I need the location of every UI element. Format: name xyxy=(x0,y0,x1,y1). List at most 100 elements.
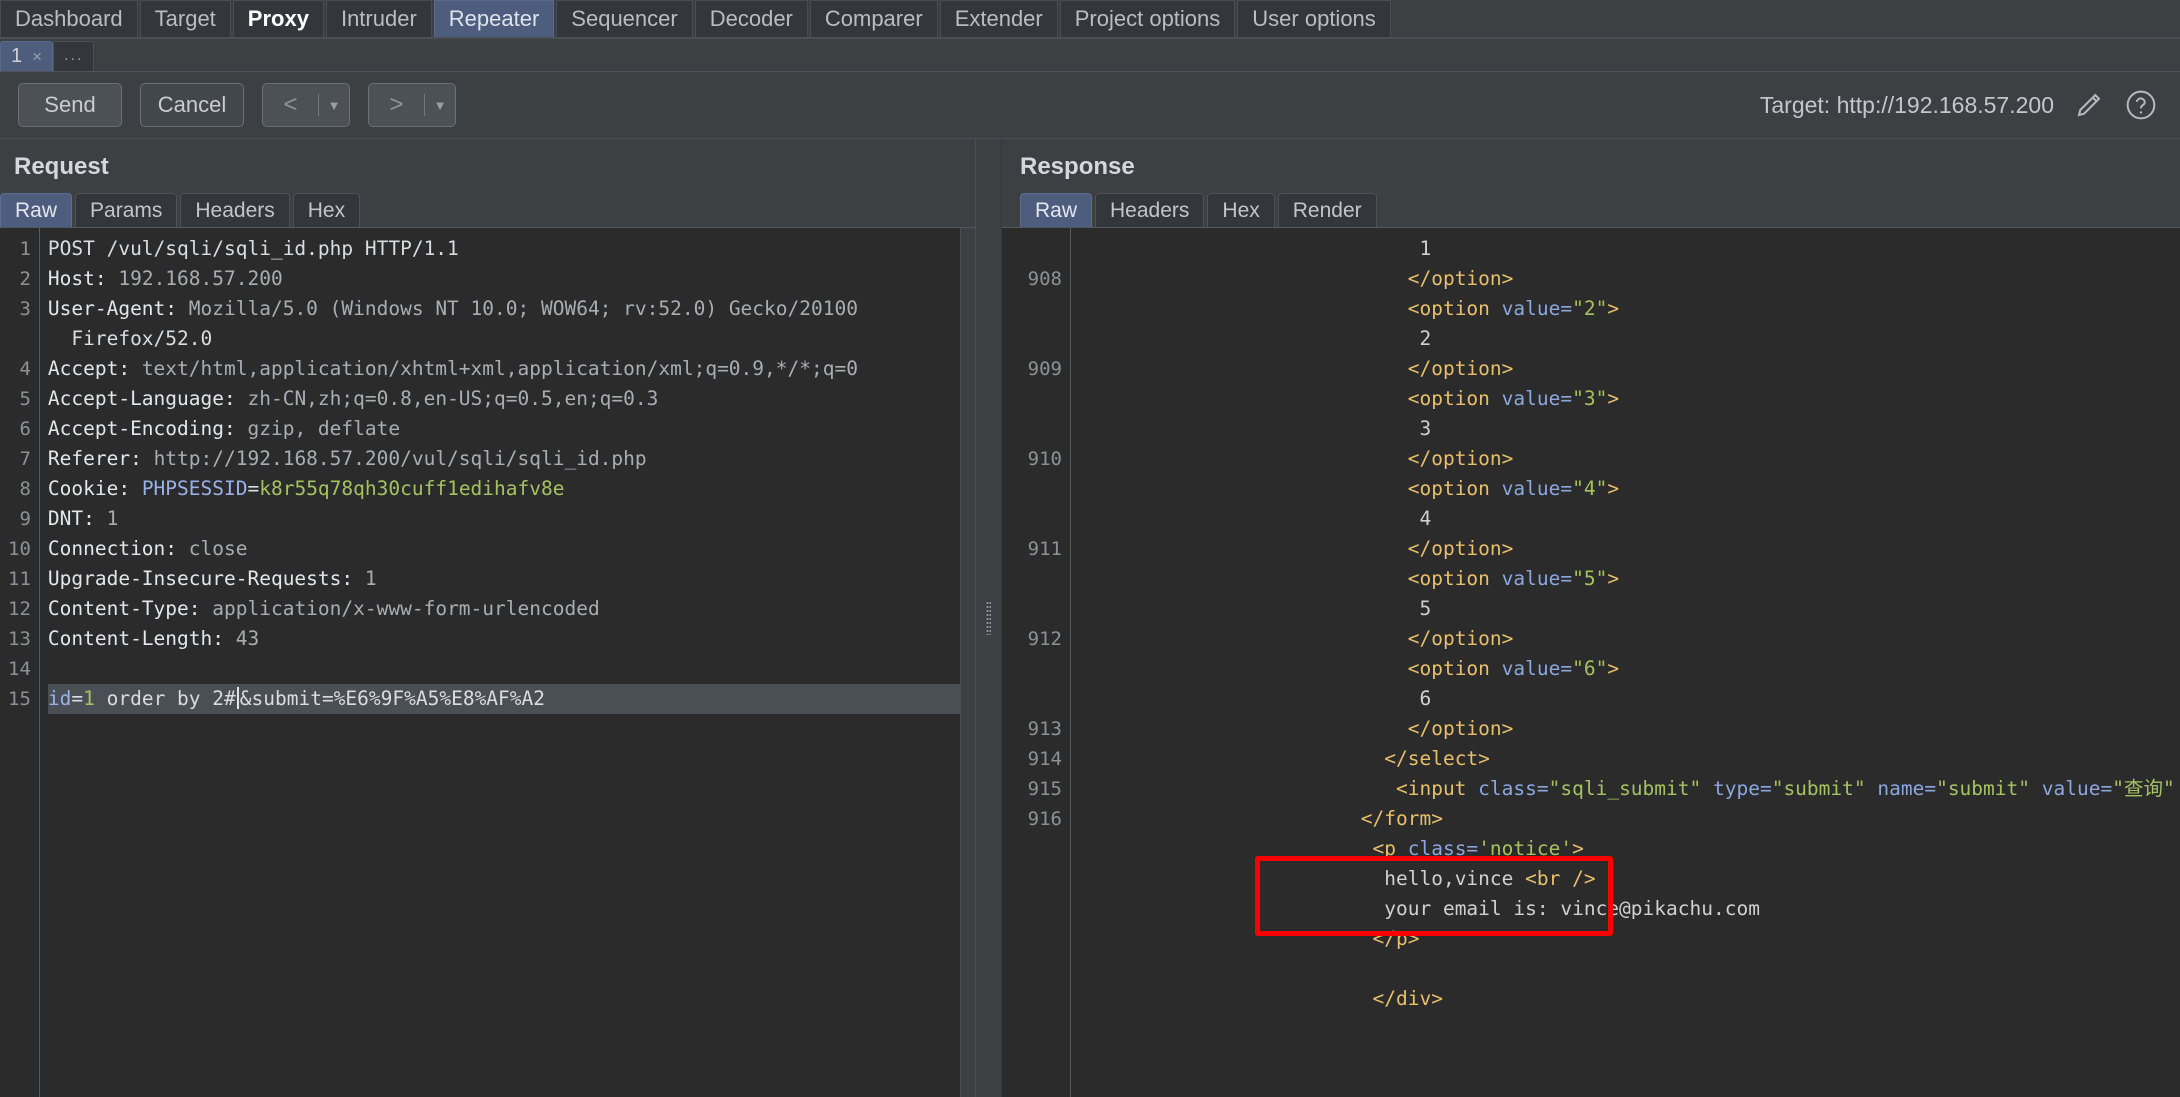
response-title: Response xyxy=(1020,153,1135,180)
editor-panes: Request Raw Params Headers Hex 1 2 3 4 5 6 7 8 9 10 1… xyxy=(0,139,2180,1097)
code-line: </option> xyxy=(1407,627,1514,650)
code-line: User-Agent: Mozilla/5.0 (Windows NT 10.0… xyxy=(47,297,858,320)
code-line: DNT: 1 xyxy=(47,507,119,530)
pencil-icon[interactable] xyxy=(2072,88,2106,122)
main-tab-proxy[interactable]: Proxy xyxy=(232,0,324,37)
line-number: 11 xyxy=(8,568,31,590)
main-tab-user-options[interactable]: User options xyxy=(1237,0,1391,37)
request-scrollbar[interactable] xyxy=(960,228,975,1097)
add-repeater-tab-button[interactable]: ... xyxy=(53,41,95,71)
repeater-tab-row: 1 × ... xyxy=(0,39,2180,72)
main-tab-target[interactable]: Target xyxy=(139,0,231,37)
request-editor[interactable]: 1 2 3 4 5 6 7 8 9 10 11 12 13 14 15 POST /vul/sqli/sql… xyxy=(0,227,975,1097)
line-number xyxy=(1010,234,1062,264)
line-number xyxy=(1010,894,1062,924)
line-number: 15 xyxy=(8,688,31,710)
code-line: <option value="2"> xyxy=(1407,297,1620,320)
response-editor[interactable]: 908 909 910 911 912 913 914 915 916 1 </option> … xyxy=(1002,227,2180,1097)
line-number xyxy=(1010,834,1062,864)
text-cursor xyxy=(236,687,239,709)
request-tab-raw[interactable]: Raw xyxy=(0,193,73,227)
line-number: 909 xyxy=(1027,358,1062,380)
line-number: 4 xyxy=(19,358,31,380)
main-tab-repeater[interactable]: Repeater xyxy=(433,0,555,37)
code-line: </select> xyxy=(1384,747,1490,770)
line-number: 911 xyxy=(1027,538,1062,560)
request-tab-headers[interactable]: Headers xyxy=(180,193,290,227)
line-number xyxy=(1010,924,1062,954)
code-line: <option value="4"> xyxy=(1407,477,1620,500)
pane-splitter[interactable] xyxy=(975,139,1002,1097)
request-line-numbers: 1 2 3 4 5 6 7 8 9 10 11 12 13 14 15 xyxy=(0,228,40,1097)
response-tab-headers[interactable]: Headers xyxy=(1095,193,1205,227)
line-number xyxy=(1010,684,1062,714)
line-number: 14 xyxy=(8,658,31,680)
line-number: 2 xyxy=(19,268,31,290)
code-line: 4 xyxy=(1419,507,1432,530)
code-line: <option value="3"> xyxy=(1407,387,1620,410)
response-tab-bar: Raw Headers Hex Render xyxy=(1002,193,2180,227)
code-line: </option> xyxy=(1407,447,1514,470)
line-number xyxy=(1010,384,1062,414)
response-tab-render[interactable]: Render xyxy=(1277,193,1377,227)
code-line: Content-Length: 43 xyxy=(47,627,260,650)
code-line: Accept: text/html,application/xhtml+xml,… xyxy=(47,357,858,380)
line-number: 916 xyxy=(1027,808,1062,830)
close-icon[interactable]: × xyxy=(32,47,42,67)
line-number xyxy=(1010,474,1062,504)
main-tab-intruder[interactable]: Intruder xyxy=(325,0,432,37)
response-pane: Response Raw Headers Hex Render 908 909 910 91… xyxy=(1002,139,2180,1097)
line-number: 912 xyxy=(1027,628,1062,650)
line-number: 6 xyxy=(19,418,31,440)
repeater-tab-1[interactable]: 1 × xyxy=(0,41,54,71)
splitter-grip-icon xyxy=(986,601,991,635)
response-tab-raw[interactable]: Raw xyxy=(1020,193,1093,227)
main-tab-sequencer[interactable]: Sequencer xyxy=(556,0,693,37)
line-number: 1 xyxy=(19,238,31,260)
line-number: 910 xyxy=(1027,448,1062,470)
line-number xyxy=(1010,414,1062,444)
go-forward-button[interactable]: > ▼ xyxy=(368,83,456,127)
main-tab-dashboard[interactable]: Dashboard xyxy=(0,0,138,37)
send-button[interactable]: Send xyxy=(18,83,122,127)
line-number xyxy=(1010,654,1062,684)
line-number xyxy=(1010,324,1062,354)
code-line: </div> xyxy=(1372,987,1443,1010)
code-line: Upgrade-Insecure-Requests: 1 xyxy=(47,567,377,590)
code-line: POST /vul/sqli/sqli_id.php HTTP/1.1 xyxy=(47,237,459,260)
burp-suite-window: Dashboard Target Proxy Intruder Repeater Sequ… xyxy=(0,0,2180,1097)
code-line: </form> xyxy=(1360,807,1443,830)
main-tab-project-options[interactable]: Project options xyxy=(1059,0,1236,37)
question-icon[interactable] xyxy=(2124,88,2158,122)
request-pane: Request Raw Params Headers Hex 1 2 3 4 5 6 7 8 9 10 1… xyxy=(0,139,975,1097)
response-tab-hex[interactable]: Hex xyxy=(1207,193,1275,227)
line-number xyxy=(1010,594,1062,624)
code-line: 1 xyxy=(1419,237,1432,260)
target-label: Target: http://192.168.57.200 xyxy=(1759,91,2054,118)
request-tab-params[interactable]: Params xyxy=(75,193,178,227)
response-line-numbers: 908 909 910 911 912 913 914 915 916 xyxy=(1002,228,1071,1097)
main-tab-comparer[interactable]: Comparer xyxy=(809,0,938,37)
code-line: id=1 order by 2# &submit=%E6%9F%A5%E8%AF%… xyxy=(47,684,975,714)
go-back-button[interactable]: < ▼ xyxy=(262,83,350,127)
chevron-down-icon[interactable]: ▼ xyxy=(319,98,349,113)
code-line: Host: 192.168.57.200 xyxy=(47,267,283,290)
code-line: your email is: vince@pikachu.com xyxy=(1384,897,1760,920)
chevron-down-icon[interactable]: ▼ xyxy=(425,98,455,113)
cancel-button[interactable]: Cancel xyxy=(140,83,244,127)
request-code[interactable]: POST /vul/sqli/sqli_id.php HTTP/1.1 Host:… xyxy=(40,228,975,1097)
code-line: Accept-Encoding: gzip, deflate xyxy=(47,417,401,440)
main-tab-decoder[interactable]: Decoder xyxy=(694,0,808,37)
code-line: </option> xyxy=(1407,357,1514,380)
main-tab-extender[interactable]: Extender xyxy=(939,0,1058,37)
line-number xyxy=(8,324,31,354)
response-code[interactable]: 1 </option> <option value="2"> 2 </optio… xyxy=(1071,228,2180,1097)
chevron-right-icon: > xyxy=(389,91,404,118)
request-tab-hex[interactable]: Hex xyxy=(292,193,361,227)
code-line: Referer: http://192.168.57.200/vul/sqli/… xyxy=(47,447,647,470)
line-number: 915 xyxy=(1027,778,1062,800)
code-line: <input class="sqli_submit" type="submit"… xyxy=(1395,777,2175,800)
line-number xyxy=(1010,864,1062,894)
line-number: 7 xyxy=(19,448,31,470)
